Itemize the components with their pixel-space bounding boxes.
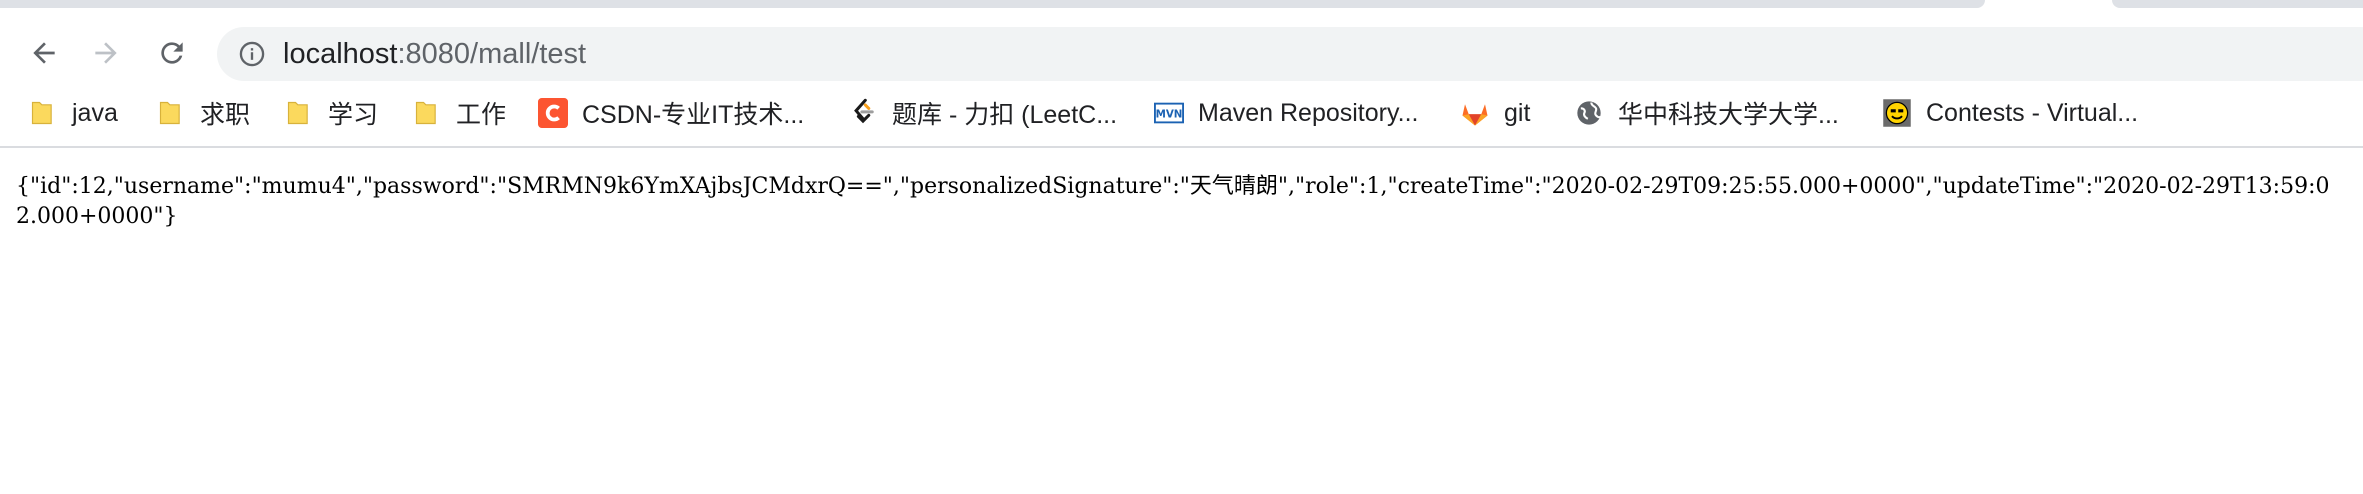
folder-icon (156, 98, 186, 128)
bookmarks-bar: java 求职 学习 工作 CSDN-专业IT技术... 题库 - 力扣 (Le… (0, 84, 2363, 142)
bookmark-leetcode[interactable]: 题库 - 力扣 (LeetC... (848, 94, 1117, 132)
bookmark-label: 学习 (328, 101, 379, 129)
active-tab-background[interactable] (0, 0, 1985, 8)
svg-text:MVN: MVN (1156, 109, 1183, 121)
bookmark-maven[interactable]: MVN Maven Repository... (1154, 94, 1418, 132)
bookmark-label: CSDN-专业IT技术... (582, 101, 805, 129)
back-button[interactable] (18, 27, 70, 79)
bookmark-label: 工作 (456, 101, 507, 129)
tab-strip (0, 0, 2363, 10)
bookmark-label: 华中科技大学大学... (1618, 101, 1839, 129)
bookmark-xuexi[interactable]: 学习 (284, 94, 378, 132)
bookmark-label: Maven Repository... (1198, 98, 1419, 127)
inactive-tab-background[interactable] (2112, 0, 2363, 8)
bookmark-qiuzhi[interactable]: 求职 (156, 94, 250, 132)
forward-button[interactable] (80, 27, 132, 79)
toolbar-divider (0, 146, 2363, 148)
leetcode-icon (848, 98, 878, 128)
bookmark-label: 题库 - 力扣 (LeetC... (892, 101, 1118, 129)
bookmark-gongzuo[interactable]: 工作 (412, 94, 506, 132)
url-text[interactable]: localhost:8080/mall/test (283, 37, 586, 71)
bookmark-csdn[interactable]: CSDN-专业IT技术... (538, 94, 804, 132)
bookmark-contests[interactable]: Contests - Virtual... (1882, 94, 2138, 132)
reload-button[interactable] (146, 27, 198, 79)
smiley-icon (1882, 98, 1912, 128)
forward-arrow-icon (95, 42, 117, 64)
folder-icon (412, 98, 442, 128)
gitlab-icon (1460, 98, 1490, 128)
bookmark-label: java (72, 98, 118, 127)
folder-icon (28, 98, 58, 128)
bookmark-label: git (1504, 98, 1531, 127)
folder-icon (284, 98, 314, 128)
json-response-text: {"id":12,"username":"mumu4","password":"… (16, 174, 2330, 229)
address-bar[interactable]: localhost:8080/mall/test (217, 27, 2363, 81)
reload-icon (161, 42, 183, 64)
url-host: localhost (283, 38, 398, 70)
maven-icon: MVN (1154, 98, 1184, 128)
bookmark-label: Contests - Virtual... (1926, 98, 2139, 127)
url-path: :8080/mall/test (397, 38, 587, 70)
bookmark-label: 求职 (200, 101, 251, 129)
bookmark-hust[interactable]: 华中科技大学大学... (1574, 94, 1839, 132)
back-arrow-icon (33, 42, 55, 64)
bookmark-java[interactable]: java (28, 94, 118, 132)
bookmark-git[interactable]: git (1460, 94, 1530, 132)
csdn-icon (538, 98, 568, 128)
site-info-icon[interactable] (237, 39, 267, 69)
browser-toolbar: localhost:8080/mall/test (0, 10, 2363, 81)
globe-icon (1574, 98, 1604, 128)
